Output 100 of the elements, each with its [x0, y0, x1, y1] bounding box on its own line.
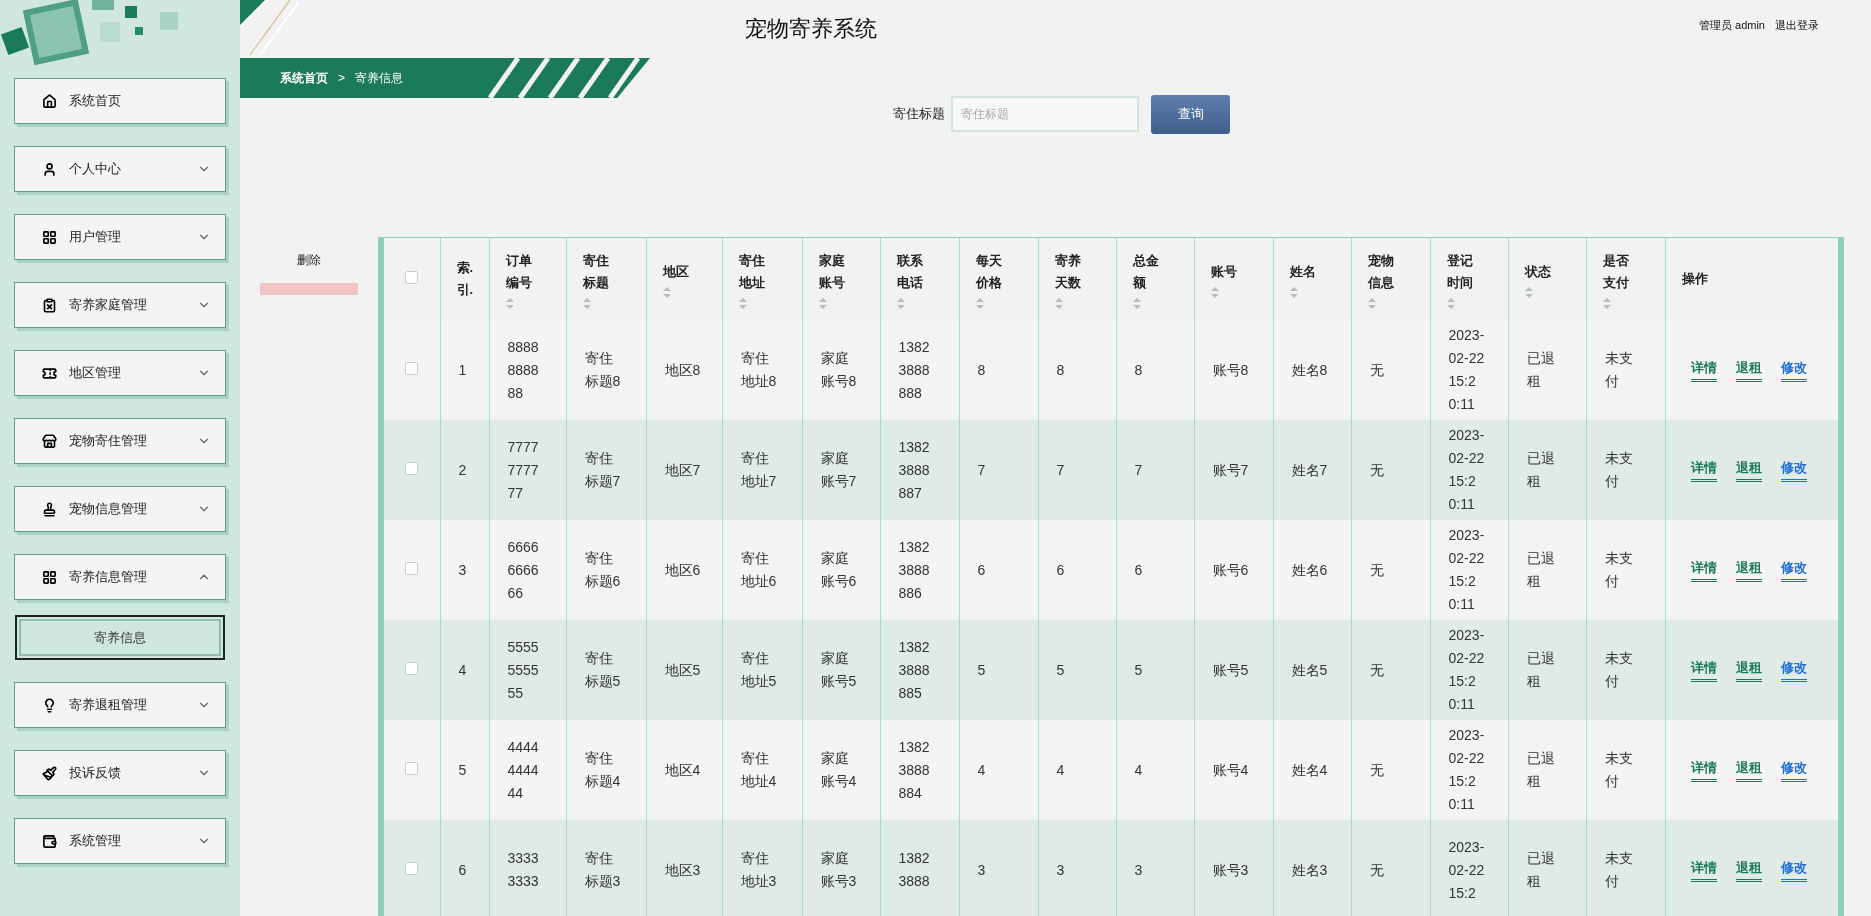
table-cell-text: 8888888888	[507, 337, 540, 403]
table-cell-text: 地区7	[664, 460, 702, 480]
grid-icon	[42, 229, 57, 245]
checkbox[interactable]	[405, 270, 419, 284]
table-row[interactable]: 6 33333333 寄住标题3 地区3 寄住地址3 家庭账号3 13823888 3 3 3 账号3 姓名3 无 2023-02-22 15:2 已退租 未支付 详情 退租 修改	[384, 820, 1838, 916]
action-link[interactable]: 退租	[1735, 758, 1762, 782]
sidebar-item[interactable]: 用户管理	[14, 214, 226, 260]
sidebar-item[interactable]: 寄养信息管理	[14, 554, 226, 600]
table-cell-text: 家庭账号8	[820, 349, 857, 391]
action-link[interactable]: 修改	[1780, 458, 1807, 482]
sort-icon[interactable]	[1289, 286, 1298, 298]
sidebar-item[interactable]: 宠物寄住管理	[14, 418, 226, 464]
column-header: 账号	[1210, 262, 1238, 281]
checkbox[interactable]	[405, 661, 419, 675]
table-cell-text: 姓名6	[1291, 560, 1329, 580]
table-cell-text: 已退租	[1526, 849, 1556, 891]
table-cell-text: 2023-02-22 15:20:11	[1448, 326, 1485, 414]
checkbox[interactable]	[405, 561, 419, 575]
column-header: 操作	[1681, 270, 1709, 288]
sidebar-item[interactable]: 个人中心	[14, 146, 226, 192]
action-link[interactable]: 详情	[1690, 358, 1717, 382]
sidebar-item-label: 寄养信息管理	[69, 568, 147, 587]
checkbox[interactable]	[405, 861, 419, 875]
action-link[interactable]: 修改	[1780, 358, 1807, 382]
action-link[interactable]: 修改	[1780, 758, 1807, 782]
sidebar-item[interactable]: 宠物信息管理	[14, 486, 226, 532]
stamp-icon	[42, 501, 57, 517]
sort-icon[interactable]	[582, 297, 591, 309]
sidebar-item[interactable]: 系统首页	[14, 78, 226, 124]
logout-link[interactable]: 退出登录	[1775, 17, 1819, 34]
table-cell-text: 无	[1369, 360, 1385, 380]
sidebar-item-label: 系统管理	[69, 832, 121, 851]
sidebar-item[interactable]: 系统管理	[14, 818, 226, 864]
table-cell-text: 5	[977, 660, 987, 680]
clipboard-icon	[42, 297, 57, 313]
sort-icon[interactable]	[896, 297, 905, 309]
sort-icon[interactable]	[738, 297, 747, 309]
sort-icon[interactable]	[1210, 286, 1219, 298]
sidebar-item-label: 个人中心	[69, 160, 121, 179]
action-link[interactable]: 退租	[1735, 658, 1762, 682]
submenu-item[interactable]: 寄养信息	[15, 615, 225, 660]
checkbox[interactable]	[405, 761, 419, 775]
table-row[interactable]: 3 6666666666 寄住标题6 地区6 寄住地址6 家庭账号6 13823888886 6 6 6 账号6 姓名6 无 2023-02-22 15:20:11 已退租 未支付 详情 退租 修改	[384, 520, 1838, 620]
sort-icon[interactable]	[1367, 297, 1376, 309]
sidebar-item[interactable]: 地区管理	[14, 350, 226, 396]
action-link[interactable]: 详情	[1690, 458, 1717, 482]
breadcrumb-home[interactable]: 系统首页	[280, 69, 328, 87]
sort-icon[interactable]	[1446, 297, 1455, 309]
table-cell-text: 未支付	[1604, 449, 1634, 491]
table-cell-text: 寄住地址3	[740, 849, 777, 891]
sort-icon[interactable]	[1054, 297, 1063, 309]
table-cell-text: 账号6	[1212, 560, 1250, 580]
table-cell-text: 寄住标题7	[584, 449, 621, 491]
wallet-icon	[42, 833, 57, 849]
column-header: 每天价格	[975, 251, 1003, 292]
sidebar-item[interactable]: 寄养退租管理	[14, 682, 226, 728]
search-field[interactable]: 寄住标题	[951, 96, 1139, 132]
action-link[interactable]: 详情	[1690, 858, 1717, 882]
table-cell-text: 寄住标题5	[584, 649, 621, 691]
action-link[interactable]: 详情	[1690, 658, 1717, 682]
sort-icon[interactable]	[975, 297, 984, 309]
table-cell-text: 2	[458, 460, 468, 480]
action-link[interactable]: 修改	[1780, 558, 1807, 582]
action-link[interactable]: 退租	[1735, 458, 1762, 482]
action-link[interactable]: 退租	[1735, 858, 1762, 882]
page-title: 宠物寄养系统	[745, 15, 877, 43]
table-cell-text: 账号4	[1212, 760, 1250, 780]
table-cell-text: 4	[977, 760, 987, 780]
sort-icon[interactable]	[662, 286, 671, 298]
table-cell-text: 无	[1369, 760, 1385, 780]
action-link[interactable]: 退租	[1735, 558, 1762, 582]
sort-icon[interactable]	[1524, 286, 1533, 298]
delete-button[interactable]: 删除	[260, 247, 358, 295]
table-cell-text: 13823888888	[898, 337, 931, 403]
table-row[interactable]: 5 4444444444 寄住标题4 地区4 寄住地址4 家庭账号4 13823888884 4 4 4 账号4 姓名4 无 2023-02-22 15:20:11 已退租 未支付 详情 退租 修改	[384, 720, 1838, 820]
sort-icon[interactable]	[1132, 297, 1141, 309]
table-cell-text: 6	[458, 860, 468, 880]
checkbox[interactable]	[405, 361, 419, 375]
column-header: 姓名	[1289, 262, 1317, 281]
sort-icon[interactable]	[505, 297, 514, 309]
table-row[interactable]: 4 5555555555 寄住标题5 地区5 寄住地址5 家庭账号5 13823888885 5 5 5 账号5 姓名5 无 2023-02-22 15:20:11 已退租 未支付 详情 退租 修改	[384, 620, 1838, 720]
action-link[interactable]: 详情	[1690, 758, 1717, 782]
table-cell-text: 8	[1134, 360, 1144, 380]
search-button[interactable]: 查询	[1151, 94, 1230, 134]
table-cell-text: 姓名4	[1291, 760, 1329, 780]
sidebar-item[interactable]: 投诉反馈	[14, 750, 226, 796]
table-row[interactable]: 1 8888888888 寄住标题8 地区8 寄住地址8 家庭账号8 13823888888 8 8 8 账号8 姓名8 无 2023-02-22 15:20:11 已退租 未支付 详情 退租 修改	[384, 320, 1838, 420]
checkbox[interactable]	[405, 461, 419, 475]
sort-icon[interactable]	[818, 297, 827, 309]
action-link[interactable]: 修改	[1780, 658, 1807, 682]
sort-icon[interactable]	[1602, 297, 1611, 309]
column-header: 状态	[1524, 262, 1552, 281]
sidebar-item[interactable]: 寄养家庭管理	[14, 282, 226, 328]
column-header: 总金额	[1132, 251, 1160, 292]
action-link[interactable]: 退租	[1735, 358, 1762, 382]
action-link[interactable]: 修改	[1780, 858, 1807, 882]
table-cell-text: 2023-02-22 15:20:11	[1448, 626, 1485, 714]
sidebar-item-label: 宠物信息管理	[69, 500, 147, 519]
table-row[interactable]: 2 7777777777 寄住标题7 地区7 寄住地址7 家庭账号7 13823888887 7 7 7 账号7 姓名7 无 2023-02-22 15:20:11 已退租 未支付 详情 退租 修改	[384, 420, 1838, 520]
action-link[interactable]: 详情	[1690, 558, 1717, 582]
